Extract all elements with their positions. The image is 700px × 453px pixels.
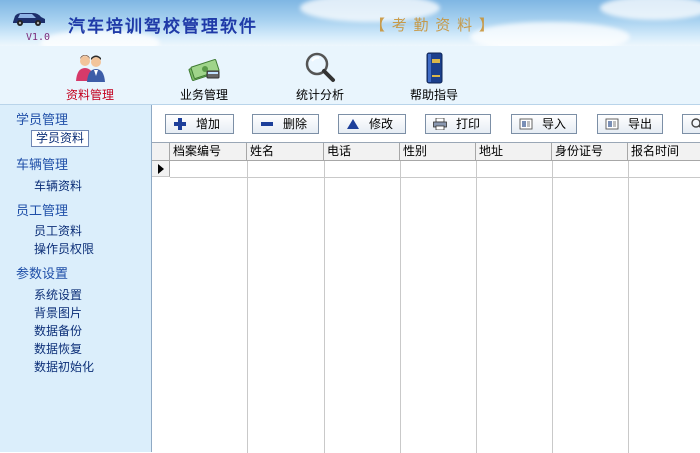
- magnifier-icon: [305, 52, 335, 82]
- toolbar-statistics[interactable]: 统计分析: [288, 48, 352, 102]
- column-header-address[interactable]: 地址: [476, 143, 552, 161]
- table-row[interactable]: [170, 161, 700, 178]
- minus-icon: [261, 122, 273, 126]
- plus-icon: [174, 118, 186, 130]
- column-header-gender[interactable]: 性别: [400, 143, 476, 161]
- import-button[interactable]: 导入: [511, 114, 577, 134]
- add-button[interactable]: 增加: [165, 114, 234, 134]
- grid-corner-header: [152, 143, 170, 161]
- column-header-phone[interactable]: 电话: [324, 143, 400, 161]
- grid-column-divider: [400, 161, 401, 453]
- export-icon: [605, 118, 619, 130]
- sidebar-group-student[interactable]: 学员管理: [16, 109, 68, 128]
- row-indicator[interactable]: [152, 161, 170, 177]
- module-title: 【 考 勤 资 料 】: [370, 16, 495, 34]
- grid-column-divider: [247, 161, 248, 453]
- car-logo-icon: [13, 13, 45, 26]
- column-header-registration-time[interactable]: 报名时间: [628, 143, 700, 161]
- sidebar-group-vehicle[interactable]: 车辆管理: [16, 154, 68, 173]
- export-button[interactable]: 导出: [597, 114, 663, 134]
- sidebar-item-data-initialize[interactable]: 数据初始化: [34, 358, 94, 375]
- grid-column-divider: [552, 161, 553, 453]
- grid-column-divider: [476, 161, 477, 453]
- printer-icon: [433, 118, 447, 130]
- sidebar-item-staff-info[interactable]: 员工资料: [34, 222, 82, 239]
- current-row-arrow-icon: [158, 164, 164, 174]
- column-header-file-number[interactable]: 档案编号: [170, 143, 247, 161]
- toolbar-data-management[interactable]: 资料管理: [58, 48, 122, 102]
- toolbar-business-management[interactable]: 业务管理: [172, 48, 236, 102]
- sidebar-item-data-restore[interactable]: 数据恢复: [34, 340, 82, 357]
- sidebar-item-operator-permissions[interactable]: 操作员权限: [34, 240, 94, 257]
- toolbar-label: 统计分析: [295, 88, 344, 102]
- export-button-label: 导出: [628, 117, 653, 131]
- toolbar-label: 资料管理: [65, 88, 114, 102]
- edit-button[interactable]: 修改: [338, 114, 406, 134]
- version-label: V1.0: [26, 32, 51, 43]
- sidebar-item-vehicle-info[interactable]: 车辆资料: [34, 177, 82, 194]
- action-bar: 增加 删除 修改 打印 导入 导出: [152, 105, 700, 142]
- toolbar-help[interactable]: 帮助指导: [402, 48, 466, 102]
- grid-column-divider: [324, 161, 325, 453]
- column-header-name[interactable]: 姓名: [247, 143, 324, 161]
- main-toolbar: 资料管理 业务管理 统计分析 帮助指导: [0, 46, 700, 105]
- delete-button[interactable]: 删除: [252, 114, 319, 134]
- edit-button-label: 修改: [369, 117, 394, 131]
- sidebar-group-staff[interactable]: 员工管理: [16, 200, 68, 219]
- import-button-label: 导入: [542, 117, 567, 131]
- header-banner: V1.0 汽车培训驾校管理软件 【 考 勤 资 料 】: [0, 0, 700, 46]
- app-title: 汽车培训驾校管理软件: [68, 17, 258, 37]
- data-grid[interactable]: 档案编号 姓名 电话 性别 地址 身份证号 报名时间: [152, 142, 700, 453]
- search-button[interactable]: [682, 114, 700, 134]
- sidebar-item-data-backup[interactable]: 数据备份: [34, 322, 82, 339]
- import-icon: [519, 118, 533, 130]
- search-icon: [691, 118, 700, 128]
- toolbar-label: 业务管理: [179, 88, 228, 102]
- toolbar-label: 帮助指导: [409, 88, 458, 102]
- money-icon: [188, 59, 220, 81]
- sidebar-group-settings[interactable]: 参数设置: [16, 263, 68, 282]
- add-button-label: 增加: [196, 117, 221, 131]
- print-button[interactable]: 打印: [425, 114, 491, 134]
- people-icon: [76, 55, 105, 82]
- triangle-up-icon: [347, 119, 359, 129]
- column-header-id-number[interactable]: 身份证号: [552, 143, 628, 161]
- sidebar: 学员管理 学员资料 车辆管理 车辆资料 员工管理 员工资料 操作员权限 参数设置…: [0, 105, 152, 452]
- sidebar-item-background-image[interactable]: 背景图片: [34, 304, 82, 321]
- print-button-label: 打印: [456, 117, 481, 131]
- book-icon: [426, 52, 443, 84]
- main-panel: 增加 删除 修改 打印 导入 导出 档案编号 姓名 电话 性别 地址 身份证号 …: [152, 105, 700, 453]
- delete-button-label: 删除: [283, 117, 308, 131]
- sidebar-item-system-settings[interactable]: 系统设置: [34, 286, 82, 303]
- sidebar-item-student-info[interactable]: 学员资料: [31, 130, 90, 147]
- grid-column-divider: [628, 161, 629, 453]
